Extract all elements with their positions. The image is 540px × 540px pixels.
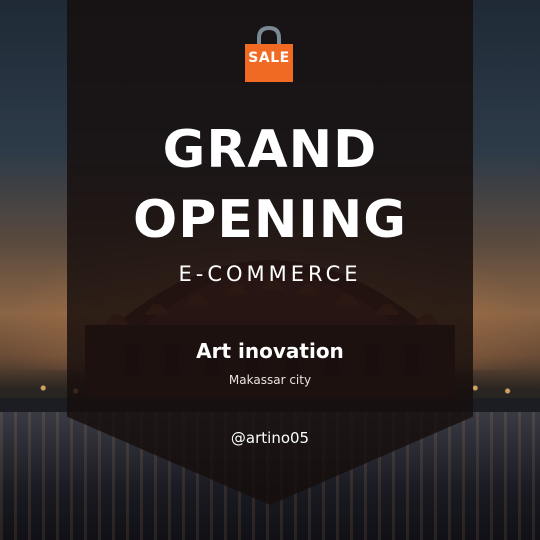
subtitle: E-COMMERCE [178, 262, 362, 286]
sale-badge-label: SALE [248, 50, 290, 66]
social-handle: @artino05 [230, 429, 310, 447]
shopping-bag-icon: SALE [239, 25, 299, 84]
brand-name: Art inovation [196, 339, 344, 363]
headline-line-1: GRAND [162, 120, 378, 180]
poster-canvas: SALE GRAND OPENING E-COMMERCE Art inovat… [0, 0, 540, 540]
headline-line-2: OPENING [133, 190, 407, 250]
city-label: Makassar city [228, 373, 312, 387]
